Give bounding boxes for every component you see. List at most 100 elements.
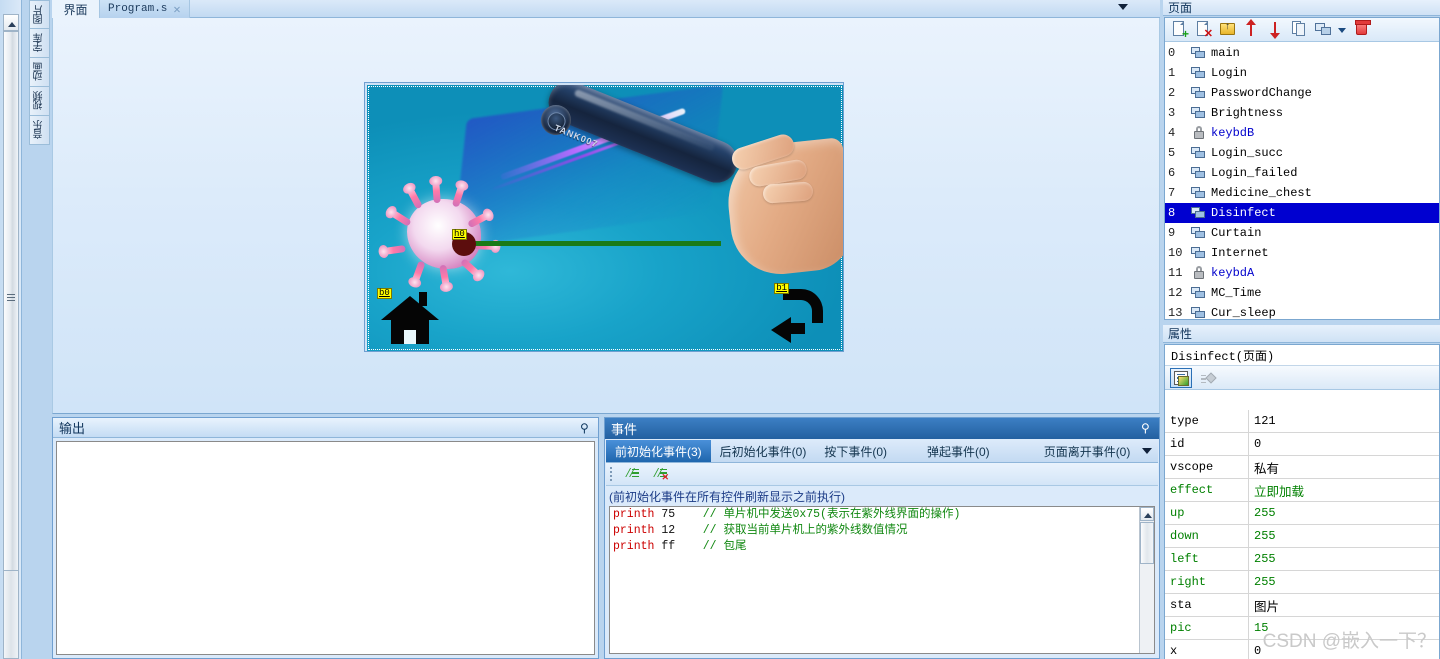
remove-comment-button[interactable]: // ✕	[646, 465, 670, 484]
device-screen[interactable]: TANK007 h0 b0 b1	[367, 85, 843, 351]
page-list-item-login-failed[interactable]: 6 Login_failed	[1165, 163, 1439, 183]
page-list-item-disinfect[interactable]: 8 Disinfect	[1165, 203, 1439, 223]
property-row-effect[interactable]: effect 立即加载	[1165, 479, 1439, 502]
page-label: MC_Time	[1211, 286, 1262, 300]
page-options-dropdown-icon[interactable]	[1338, 20, 1347, 39]
property-row-x[interactable]: x0	[1165, 640, 1439, 659]
tab-post-init-event[interactable]: 后初始化事件(0)	[711, 440, 816, 462]
tab-interface[interactable]: 界面	[52, 0, 100, 18]
code-vertical-scrollbar[interactable]	[1139, 507, 1154, 653]
page-list-item-login[interactable]: 1 Login	[1165, 63, 1439, 83]
copy-page-button[interactable]	[1290, 20, 1309, 39]
property-value[interactable]: 立即加载	[1249, 479, 1439, 501]
property-value[interactable]: 255	[1249, 525, 1439, 547]
events-diamond-icon	[1205, 371, 1217, 384]
page-list-item-curtain[interactable]: 9 Curtain	[1165, 223, 1439, 243]
output-text-area[interactable]	[56, 441, 595, 655]
close-icon[interactable]: ✕	[173, 2, 180, 17]
property-row-vscope[interactable]: vscope 私有	[1165, 456, 1439, 479]
property-value[interactable]: 255	[1249, 502, 1439, 524]
pages-toolbar: + ✕	[1165, 18, 1439, 42]
page-index: 13	[1168, 306, 1183, 319]
virus-spike	[411, 260, 426, 284]
add-comment-button[interactable]: //	[618, 465, 642, 484]
vtab-music[interactable]: 音乐	[29, 116, 50, 145]
page-list-item-keybdb[interactable]: 4 keybdB	[1165, 123, 1439, 143]
move-down-button[interactable]	[1266, 20, 1285, 39]
property-value[interactable]: 15	[1249, 617, 1439, 639]
left-vertical-scrollbar[interactable]	[0, 0, 22, 659]
page-index: 1	[1168, 66, 1176, 80]
pages-list[interactable]: 0 main 1 Login 2 PasswordChange 3 Brightness…	[1165, 43, 1439, 319]
code-scroll-thumb[interactable]	[1140, 522, 1154, 564]
code-scroll-up-arrow[interactable]	[1140, 507, 1154, 521]
page-options-button[interactable]	[1314, 20, 1333, 39]
tab-release-event[interactable]: 弹起事件(0)	[918, 440, 999, 462]
page-list-item-cur-sleep[interactable]: 13 Cur_sleep	[1165, 303, 1439, 319]
events-panel: 事件 ⚲ 前初始化事件(3) 后初始化事件(0) 按下事件(0) 弹起事件(0)…	[604, 417, 1160, 659]
scrollbar-thumb[interactable]	[3, 31, 19, 571]
property-value[interactable]: 121	[1249, 410, 1439, 432]
event-code-editor[interactable]: printh 75 // 单片机中发送0x75(表示在紫外线界面的操作) pri…	[609, 506, 1155, 654]
property-row-up[interactable]: up 255	[1165, 502, 1439, 525]
events-view-button[interactable]	[1199, 368, 1221, 388]
page-list-item-main[interactable]: 0 main	[1165, 43, 1439, 63]
delete-page-button[interactable]: ✕	[1194, 20, 1213, 40]
page-icon	[1189, 185, 1209, 201]
design-canvas-pane[interactable]: TANK007 h0 b0 b1	[52, 18, 1160, 414]
move-up-button[interactable]	[1242, 19, 1261, 39]
widget-tag-b1[interactable]: b1	[774, 283, 789, 294]
property-value[interactable]: 私有	[1249, 456, 1439, 478]
pin-icon[interactable]: ⚲	[1141, 422, 1152, 434]
page-list-item-internet[interactable]: 10 Internet	[1165, 243, 1439, 263]
property-row-pic[interactable]: pic 15	[1165, 617, 1439, 640]
tab-page-exit-event[interactable]: 页面离开事件(0)	[1035, 440, 1140, 462]
vtab-picture[interactable]: 图片	[29, 0, 50, 29]
tab-press-event[interactable]: 按下事件(0)	[815, 440, 896, 462]
vtab-music-label: 音乐	[33, 121, 45, 139]
properties-view-button[interactable]	[1170, 367, 1192, 388]
trash-button[interactable]	[1352, 20, 1371, 39]
finger-3	[762, 181, 814, 204]
property-value[interactable]: 255	[1249, 571, 1439, 593]
property-value[interactable]: 255	[1249, 548, 1439, 570]
vtab-video[interactable]: 视频	[29, 87, 50, 116]
tab-program-s[interactable]: Program.s ✕	[100, 0, 190, 18]
property-row-down[interactable]: down 255	[1165, 525, 1439, 548]
chevron-down-icon[interactable]	[1142, 448, 1152, 454]
page-list-item-medicine-chest[interactable]: 7 Medicine_chest	[1165, 183, 1439, 203]
widget-slider-bar[interactable]	[468, 241, 721, 246]
vtab-font-library-label: 字库	[33, 34, 45, 52]
property-key: vscope	[1165, 456, 1249, 478]
pin-icon[interactable]: ⚲	[580, 422, 591, 434]
property-row-type[interactable]: type 121	[1165, 410, 1439, 433]
page-list-item-passwordchange[interactable]: 2 PasswordChange	[1165, 83, 1439, 103]
code-keyword: printh	[613, 540, 655, 553]
page-label: PasswordChange	[1211, 86, 1312, 100]
widget-tag-b0[interactable]: b0	[377, 288, 392, 299]
chevron-down-icon[interactable]	[1118, 4, 1128, 10]
move-to-folder-button[interactable]	[1218, 20, 1237, 39]
tab-pre-init-event[interactable]: 前初始化事件(3)	[606, 440, 711, 462]
property-value[interactable]: 0	[1249, 433, 1439, 455]
property-row-left[interactable]: left 255	[1165, 548, 1439, 571]
vtab-animation[interactable]: 动画	[29, 58, 50, 87]
properties-panel-title: 属性	[1163, 325, 1440, 343]
property-value[interactable]: 图片	[1249, 594, 1439, 616]
scrollbar-grip-icon	[7, 294, 15, 301]
property-row-right[interactable]: right 255	[1165, 571, 1439, 594]
property-value[interactable]: 0	[1249, 640, 1439, 659]
toolbar-grip-icon[interactable]	[610, 467, 614, 482]
page-list-item-mc-time[interactable]: 12 MC_Time	[1165, 283, 1439, 303]
widget-tag-h0[interactable]: h0	[452, 229, 467, 240]
properties-grid[interactable]: type 121 id 0 vscope 私有 effect 立即加载 up 255 do…	[1165, 410, 1439, 659]
property-row-id[interactable]: id 0	[1165, 433, 1439, 456]
page-icon	[1189, 65, 1209, 81]
new-page-button[interactable]: +	[1170, 20, 1189, 40]
vtab-font-library[interactable]: 字库	[29, 29, 50, 58]
page-list-item-login-succ[interactable]: 5 Login_succ	[1165, 143, 1439, 163]
property-row-sta[interactable]: sta 图片	[1165, 594, 1439, 617]
page-list-item-brightness[interactable]: 3 Brightness	[1165, 103, 1439, 123]
scroll-up-arrow[interactable]	[3, 14, 19, 31]
page-list-item-keybda[interactable]: 11 keybdA	[1165, 263, 1439, 283]
